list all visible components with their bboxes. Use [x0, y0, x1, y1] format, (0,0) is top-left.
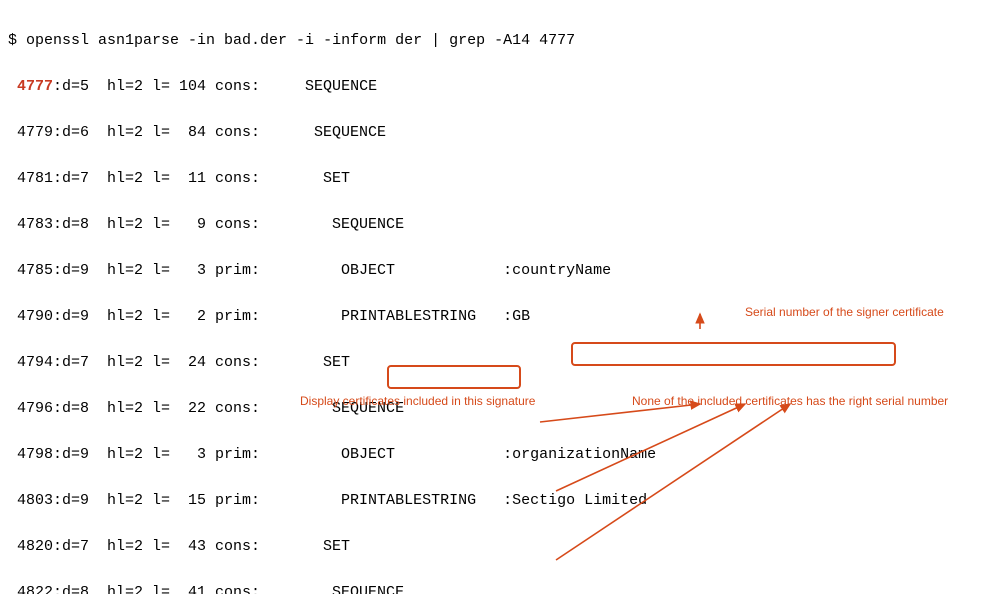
- asn-row-11: 4822:d=8 hl=2 l= 41 cons: SEQUENCE: [8, 581, 992, 594]
- asn-row-1: 4779:d=6 hl=2 l= 84 cons: SEQUENCE: [8, 121, 992, 144]
- annot-display: Display certificates included in this si…: [300, 390, 535, 413]
- annot-none: None of the included certificates has th…: [632, 390, 948, 413]
- command-line-1: $ openssl asn1parse -in bad.der -i -info…: [8, 29, 992, 52]
- asn-row-2: 4781:d=7 hl=2 l= 11 cons: SET: [8, 167, 992, 190]
- asn-row-8: 4798:d=9 hl=2 l= 3 prim: OBJECT :organiz…: [8, 443, 992, 466]
- asn-row-10: 4820:d=7 hl=2 l= 43 cons: SET: [8, 535, 992, 558]
- cmd1-text: openssl asn1parse -in bad.der -i -inform…: [26, 32, 575, 49]
- asn-row-6: 4794:d=7 hl=2 l= 24 cons: SET: [8, 351, 992, 374]
- offset-highlight: 4777: [8, 78, 53, 95]
- prompt: $: [8, 32, 26, 49]
- asn-row-9: 4803:d=9 hl=2 l= 15 prim: PRINTABLESTRIN…: [8, 489, 992, 512]
- asn-row-0: 4777:d=5 hl=2 l= 104 cons: SEQUENCE: [8, 75, 992, 98]
- asn-row-4: 4785:d=9 hl=2 l= 3 prim: OBJECT :country…: [8, 259, 992, 282]
- terminal-output: $ openssl asn1parse -in bad.der -i -info…: [0, 0, 1000, 594]
- asn-row-3: 4783:d=8 hl=2 l= 9 cons: SEQUENCE: [8, 213, 992, 236]
- annot-signer: Serial number of the signer certificate: [745, 301, 944, 324]
- asn-rest-0: :d=5 hl=2 l= 104 cons: SEQUENCE: [53, 78, 377, 95]
